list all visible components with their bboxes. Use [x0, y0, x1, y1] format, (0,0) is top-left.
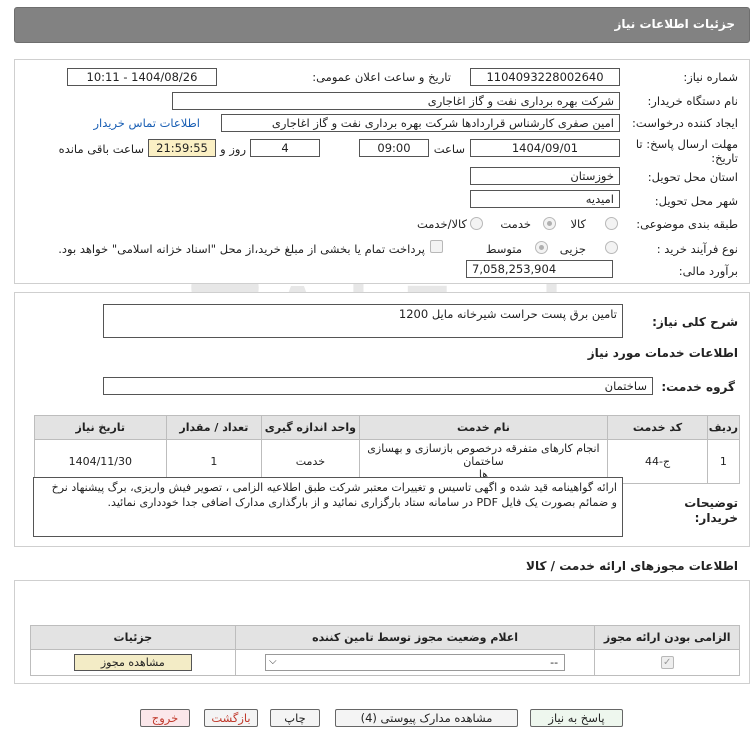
creator-label: ایجاد کننده درخواست:	[632, 116, 738, 130]
permit-status-cell: ⌵ --	[234, 649, 596, 676]
back-button[interactable]: بازگشت	[204, 709, 258, 727]
treasury-checkbox[interactable]	[430, 240, 443, 253]
category-option-service: خدمت	[500, 217, 531, 231]
services-table: ردیف کد خدمت نام خدمت واحد اندازه گیری ت…	[34, 415, 741, 484]
category-radio-service[interactable]	[543, 217, 556, 230]
buyer-label: نام دستگاه خریدار:	[647, 94, 738, 108]
col-date: تاریخ نیاز	[34, 415, 167, 440]
process-label: نوع فرآیند خرید :	[656, 242, 738, 256]
col-permit-details: جزئیات	[30, 625, 236, 650]
buyer-notes-line-2: و ضمائم بصورت یک فایل PDF در سامانه ستاد…	[107, 496, 617, 509]
process-radio-medium[interactable]	[535, 241, 548, 254]
col-name: نام خدمت	[358, 415, 609, 440]
remaining-label: ساعت باقی مانده	[58, 142, 144, 156]
attachments-button[interactable]: مشاهده مدارک پیوستی (4)	[335, 709, 518, 727]
process-radio-minor[interactable]	[605, 241, 618, 254]
payment-note: پرداخت تمام یا بخشی از مبلغ خرید،از محل …	[58, 242, 425, 256]
contact-buyer-link[interactable]: اطلاعات تماس خریدار	[93, 116, 200, 130]
city-field: امیدیه	[470, 190, 620, 208]
buyer-notes-line-1: ارائه گواهینامه قید شده و اگهی تاسیس و ت…	[51, 481, 617, 494]
days-remaining-field: 4	[250, 139, 320, 157]
estimate-label: برآورد مالی:	[678, 264, 738, 278]
page-title: جزئیات اطلاعات نیاز	[614, 17, 735, 31]
permit-required-cell: ✓	[594, 649, 740, 676]
buyer-notes-label: توضیحات	[684, 496, 738, 510]
exit-button[interactable]: خروج	[140, 709, 190, 727]
buyer-notes-label-2: خریدار:	[694, 511, 738, 525]
deadline-date-field: 1404/09/01	[470, 139, 620, 157]
buyer-notes-field: ارائه گواهینامه قید شده و اگهی تاسیس و ت…	[33, 477, 623, 537]
need-number-label: شماره نیاز:	[683, 70, 738, 84]
services-section-title: اطلاعات خدمات مورد نیاز	[587, 346, 738, 360]
col-code: کد خدمت	[607, 415, 708, 440]
process-option-minor: جزیی	[559, 242, 586, 256]
col-row: ردیف	[706, 415, 741, 440]
col-permit-status: اعلام وضعیت مجوز توسط تامین کننده	[234, 625, 596, 650]
category-option-goods: کالا	[570, 217, 586, 231]
permits-table: الزامی بودن ارائه مجوز اعلام وضعیت مجوز …	[30, 625, 740, 676]
announce-field: 1404/08/26 - 10:11	[67, 68, 217, 86]
col-qty: تعداد / مقدار	[165, 415, 263, 440]
summary-label: شرح کلی نیاز:	[652, 315, 738, 329]
col-unit: واحد اندازه گیری	[261, 415, 360, 440]
province-field: خوزستان	[470, 167, 620, 185]
service-group-field: ساختمان	[103, 377, 653, 395]
print-button[interactable]: چاپ	[270, 709, 320, 727]
estimate-field: 7,058,253,904	[466, 260, 613, 278]
page-header: جزئیات اطلاعات نیاز	[14, 7, 750, 43]
need-number-field: 1104093228002640	[470, 68, 620, 86]
city-label: شهر محل تحویل:	[654, 194, 738, 208]
cell-name-line-1: انجام کارهای متفرقه درخصوص بازسازی و بهس…	[367, 442, 600, 468]
permit-required-checkbox[interactable]: ✓	[660, 656, 674, 670]
days-label: روز و	[220, 142, 246, 156]
category-radio-goods[interactable]	[605, 217, 618, 230]
announce-label: تاریخ و ساعت اعلان عمومی:	[312, 70, 451, 84]
service-group-label: گروه خدمت:	[661, 380, 735, 394]
category-label: طبقه بندی موضوعی:	[636, 217, 738, 231]
permit-status-value: --	[550, 656, 559, 669]
col-permit-required: الزامی بودن ارائه مجوز	[594, 625, 740, 650]
chevron-down-icon: ⌵	[269, 656, 277, 667]
category-radio-both[interactable]	[470, 217, 483, 230]
process-option-medium: متوسط	[485, 242, 522, 256]
reply-button[interactable]: پاسخ به نیاز	[530, 709, 623, 727]
province-label: استان محل تحویل:	[647, 170, 738, 184]
view-permit-button[interactable]: مشاهده مجوز	[73, 654, 192, 671]
table-row: ✓ ⌵ -- مشاهده مجوز	[30, 649, 740, 676]
permit-status-select[interactable]: ⌵ --	[265, 654, 566, 671]
deadline-time-field: 09:00	[359, 139, 429, 157]
deadline-label-date: تاریخ:	[711, 151, 738, 165]
creator-field: امین صفری کارشناس قراردادها شرکت بهره بر…	[221, 114, 620, 132]
remaining-time-field: 21:59:55	[148, 139, 216, 157]
buyer-field: شرکت بهره برداری نفت و گاز اغاجاری	[172, 92, 620, 110]
permits-section-title: اطلاعات مجوزهای ارائه خدمت / کالا	[526, 559, 738, 573]
deadline-time-label: ساعت	[433, 142, 465, 156]
cell-row: 1	[706, 439, 741, 484]
category-option-both: کالا/خدمت	[416, 217, 467, 231]
permit-details-cell: مشاهده مجوز	[30, 649, 236, 676]
summary-field: تامین برق پست حراست شیرخانه مایل 1200	[103, 304, 623, 338]
deadline-label: مهلت ارسال پاسخ: تا	[635, 137, 738, 151]
